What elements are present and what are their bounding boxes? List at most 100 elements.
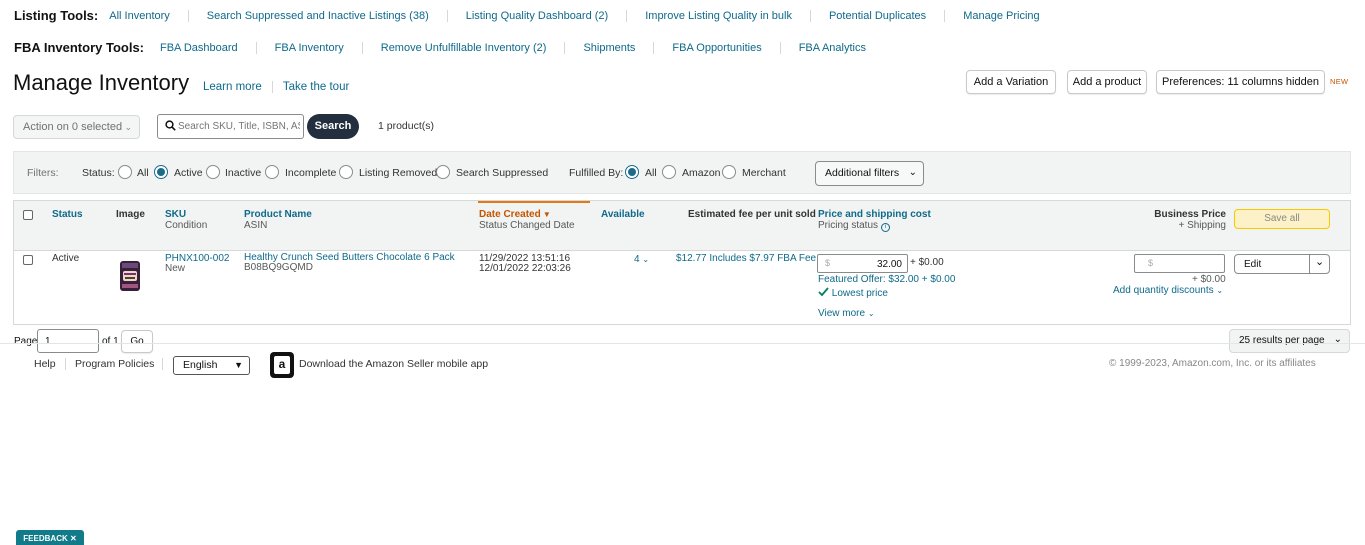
program-policies-link[interactable]: Program Policies [75,358,154,370]
search-icon [165,120,176,131]
listing-quality-dashboard-link[interactable]: Listing Quality Dashboard (2) [446,9,626,22]
save-all-button[interactable]: Save all [1234,209,1330,229]
fba-analytics-link[interactable]: FBA Analytics [779,41,884,54]
all-inventory-link[interactable]: All Inventory [104,10,188,22]
info-icon[interactable]: i [880,223,890,232]
header-product-name[interactable]: Product Name ASIN [244,209,312,231]
header-available[interactable]: Available [601,209,645,220]
header-image: Image [116,209,145,220]
header-help-links: Learn more Take the tour [203,81,359,93]
available-quantity-dropdown[interactable]: 4 ⌄ [634,255,649,265]
status-option-search-suppressed[interactable]: Search Suppressed [456,167,548,179]
additional-filters-label: Additional filters [825,167,900,179]
manage-pricing-link[interactable]: Manage Pricing [944,9,1057,22]
fulfilled-radio-merchant[interactable] [722,165,736,179]
status-radio-incomplete[interactable] [265,165,279,179]
filters-bar: Filters: Status: All Active Inactive Inc… [13,151,1351,194]
search-button[interactable]: Search [307,114,359,139]
row-dates-cell: 11/29/2022 13:51:16 12/01/2022 22:03:26 [479,254,571,274]
price-currency: $ [825,258,831,268]
fulfilled-radio-amazon[interactable] [662,165,676,179]
fulfilled-option-all[interactable]: All [645,167,657,179]
row-condition: New [165,263,186,274]
status-option-all[interactable]: All [137,167,149,179]
select-all-checkbox[interactable] [23,210,33,220]
product-count: 1 product(s) [378,120,435,132]
header-sku[interactable]: SKU Condition [165,209,207,231]
search-input[interactable] [178,118,300,135]
price-value: 32.00 [876,259,902,270]
add-product-button[interactable]: Add a product [1067,70,1147,94]
product-image[interactable] [119,259,141,293]
status-radio-inactive[interactable] [206,165,220,179]
header-business-price: Business Price + Shipping [1154,209,1226,231]
fulfilled-option-amazon[interactable]: Amazon [682,167,721,179]
add-variation-button[interactable]: Add a Variation [966,70,1056,94]
header-price-shipping[interactable]: Price and shipping cost Pricing status i [818,209,931,232]
chevron-down-icon: ⌄ [908,167,917,178]
page-number-input[interactable]: 1 [37,329,99,353]
business-price-currency: $ [1148,258,1154,268]
page-title: Manage Inventory [13,70,190,95]
language-select[interactable]: English ▼ [173,356,250,375]
action-dropdown[interactable]: Action on 0 selected ⌄ [13,115,140,139]
price-input[interactable]: $ 32.00 [817,254,908,273]
fba-inventory-link[interactable]: FBA Inventory [255,41,362,54]
status-radio-active[interactable] [154,165,168,179]
amazon-seller-app-icon[interactable]: a [270,352,294,378]
business-shipping: + $0.00 [1192,274,1226,285]
learn-more-link[interactable]: Learn more [203,81,272,93]
listing-tools-nav: Listing Tools: All Inventory Search Supp… [14,8,1058,23]
estimated-fee-link[interactable]: $12.77 Includes $7.97 FBA Fee [676,254,816,264]
fulfilled-option-merchant[interactable]: Merchant [742,167,786,179]
inventory-table: Status Image SKU Condition Product Name … [13,200,1351,325]
header-date-created[interactable]: Date Created ▼ Status Changed Date [479,209,575,231]
remove-unfulfillable-link[interactable]: Remove Unfulfillable Inventory (2) [361,41,565,54]
fulfilled-radio-all[interactable] [625,165,639,179]
search-box[interactable] [157,114,304,139]
edit-button-group: Edit ⌄ [1234,254,1330,274]
filters-label: Filters: [27,167,59,179]
language-value: English [183,359,218,371]
fba-dashboard-link[interactable]: FBA Dashboard [150,42,256,54]
edit-options-chevron-icon[interactable]: ⌄ [1315,255,1324,268]
status-option-active[interactable]: Active [174,167,203,179]
status-option-listing-removed[interactable]: Listing Removed [359,167,437,179]
status-radio-all[interactable] [118,165,132,179]
feedback-button[interactable]: FEEDBACK ✕ [16,530,84,545]
new-badge: NEW [1330,77,1349,86]
improve-listing-quality-link[interactable]: Improve Listing Quality in bulk [626,9,810,22]
row-sku-cell: PHNX100-002 New [165,254,229,274]
row-shipping: + $0.00 [910,257,944,268]
potential-duplicates-link[interactable]: Potential Duplicates [809,9,944,22]
status-option-incomplete[interactable]: Incomplete [285,167,336,179]
featured-offer-text: Featured Offer: $32.00 + $0.00 [818,274,956,285]
listing-tools-label: Listing Tools: [14,8,99,23]
results-per-page-dropdown[interactable]: 25 results per page ⌄ [1229,329,1350,353]
sort-indicator [478,201,590,203]
copyright-text: © 1999-2023, Amazon.com, Inc. or its aff… [1109,358,1316,369]
search-suppressed-link[interactable]: Search Suppressed and Inactive Listings … [187,9,447,22]
row-checkbox[interactable] [23,255,33,265]
chevron-down-icon: ⌄ [867,309,875,318]
header-status[interactable]: Status [52,209,83,220]
fba-opportunities-link[interactable]: FBA Opportunities [653,41,779,54]
close-icon: ✕ [69,534,77,543]
status-option-inactive[interactable]: Inactive [225,167,261,179]
help-link[interactable]: Help [34,358,56,370]
status-radio-listing-removed[interactable] [339,165,353,179]
business-price-input[interactable]: $ [1134,254,1225,273]
row-status: Active [52,253,80,264]
chevron-down-icon: ⌄ [1333,334,1342,345]
view-more-link[interactable]: View more ⌄ [818,309,875,319]
shipments-link[interactable]: Shipments [564,41,653,54]
status-radio-search-suppressed[interactable] [436,165,450,179]
take-tour-link[interactable]: Take the tour [271,81,359,93]
additional-filters-button[interactable]: Additional filters ⌄ [815,161,924,186]
add-quantity-discounts-link[interactable]: Add quantity discounts ⌄ [1113,286,1223,296]
edit-button[interactable]: Edit [1244,259,1261,270]
preferences-button[interactable]: Preferences: 11 columns hidden [1156,70,1325,94]
go-button[interactable]: Go [121,330,153,353]
results-per-page-label: 25 results per page [1239,335,1325,346]
download-app-link[interactable]: Download the Amazon Seller mobile app [299,358,488,370]
